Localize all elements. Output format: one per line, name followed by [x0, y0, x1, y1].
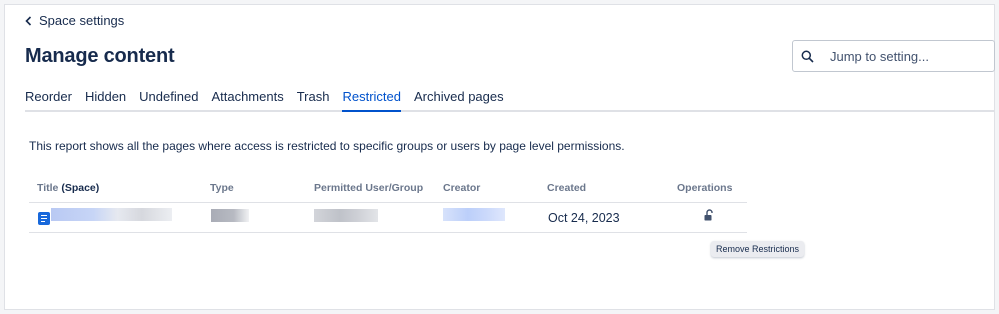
column-title-label: Title — [37, 182, 59, 194]
report-description: This report shows all the pages where ac… — [29, 139, 625, 153]
column-header-operations: Operations — [677, 182, 733, 194]
tab-reorder[interactable]: Reorder — [25, 89, 72, 110]
search-input[interactable] — [828, 47, 982, 65]
column-header-created[interactable]: Created — [547, 182, 586, 194]
column-header-type[interactable]: Type — [210, 182, 234, 194]
search-icon — [801, 50, 814, 63]
chevron-left-icon — [25, 15, 32, 26]
back-link[interactable]: Space settings — [25, 13, 124, 28]
tab-hidden[interactable]: Hidden — [85, 89, 126, 110]
column-header-permitted[interactable]: Permitted User/Group — [314, 182, 423, 194]
tab-attachments[interactable]: Attachments — [211, 89, 283, 110]
restricted-pages-table: Title (Space) Type Permitted User/Group … — [29, 178, 747, 233]
column-title-space: (Space) — [61, 182, 100, 194]
unlock-icon[interactable] — [704, 209, 715, 221]
table-row: Oct 24, 2023 — [29, 203, 747, 233]
search-box[interactable] — [792, 40, 995, 72]
column-header-creator[interactable]: Creator — [443, 182, 480, 194]
page-type-value — [211, 209, 249, 222]
page-title-link[interactable] — [51, 208, 172, 221]
tab-archived-pages[interactable]: Archived pages — [414, 89, 504, 110]
creator-link[interactable] — [443, 208, 505, 221]
page-icon — [38, 212, 50, 225]
table-header: Title (Space) Type Permitted User/Group … — [29, 178, 747, 203]
created-date: Oct 24, 2023 — [548, 211, 620, 225]
settings-panel: Space settings Manage content Reorder Hi… — [4, 4, 995, 310]
tab-undefined[interactable]: Undefined — [139, 89, 198, 110]
tab-trash[interactable]: Trash — [297, 89, 330, 110]
column-header-title[interactable]: Title (Space) — [37, 182, 99, 194]
tab-bar: Reorder Hidden Undefined Attachments Tra… — [25, 89, 994, 112]
permitted-group-value — [314, 209, 378, 222]
tab-restricted[interactable]: Restricted — [342, 89, 401, 112]
remove-restrictions-tooltip: Remove Restrictions — [711, 241, 805, 257]
page-title: Manage content — [25, 45, 175, 67]
back-link-label: Space settings — [39, 13, 125, 28]
